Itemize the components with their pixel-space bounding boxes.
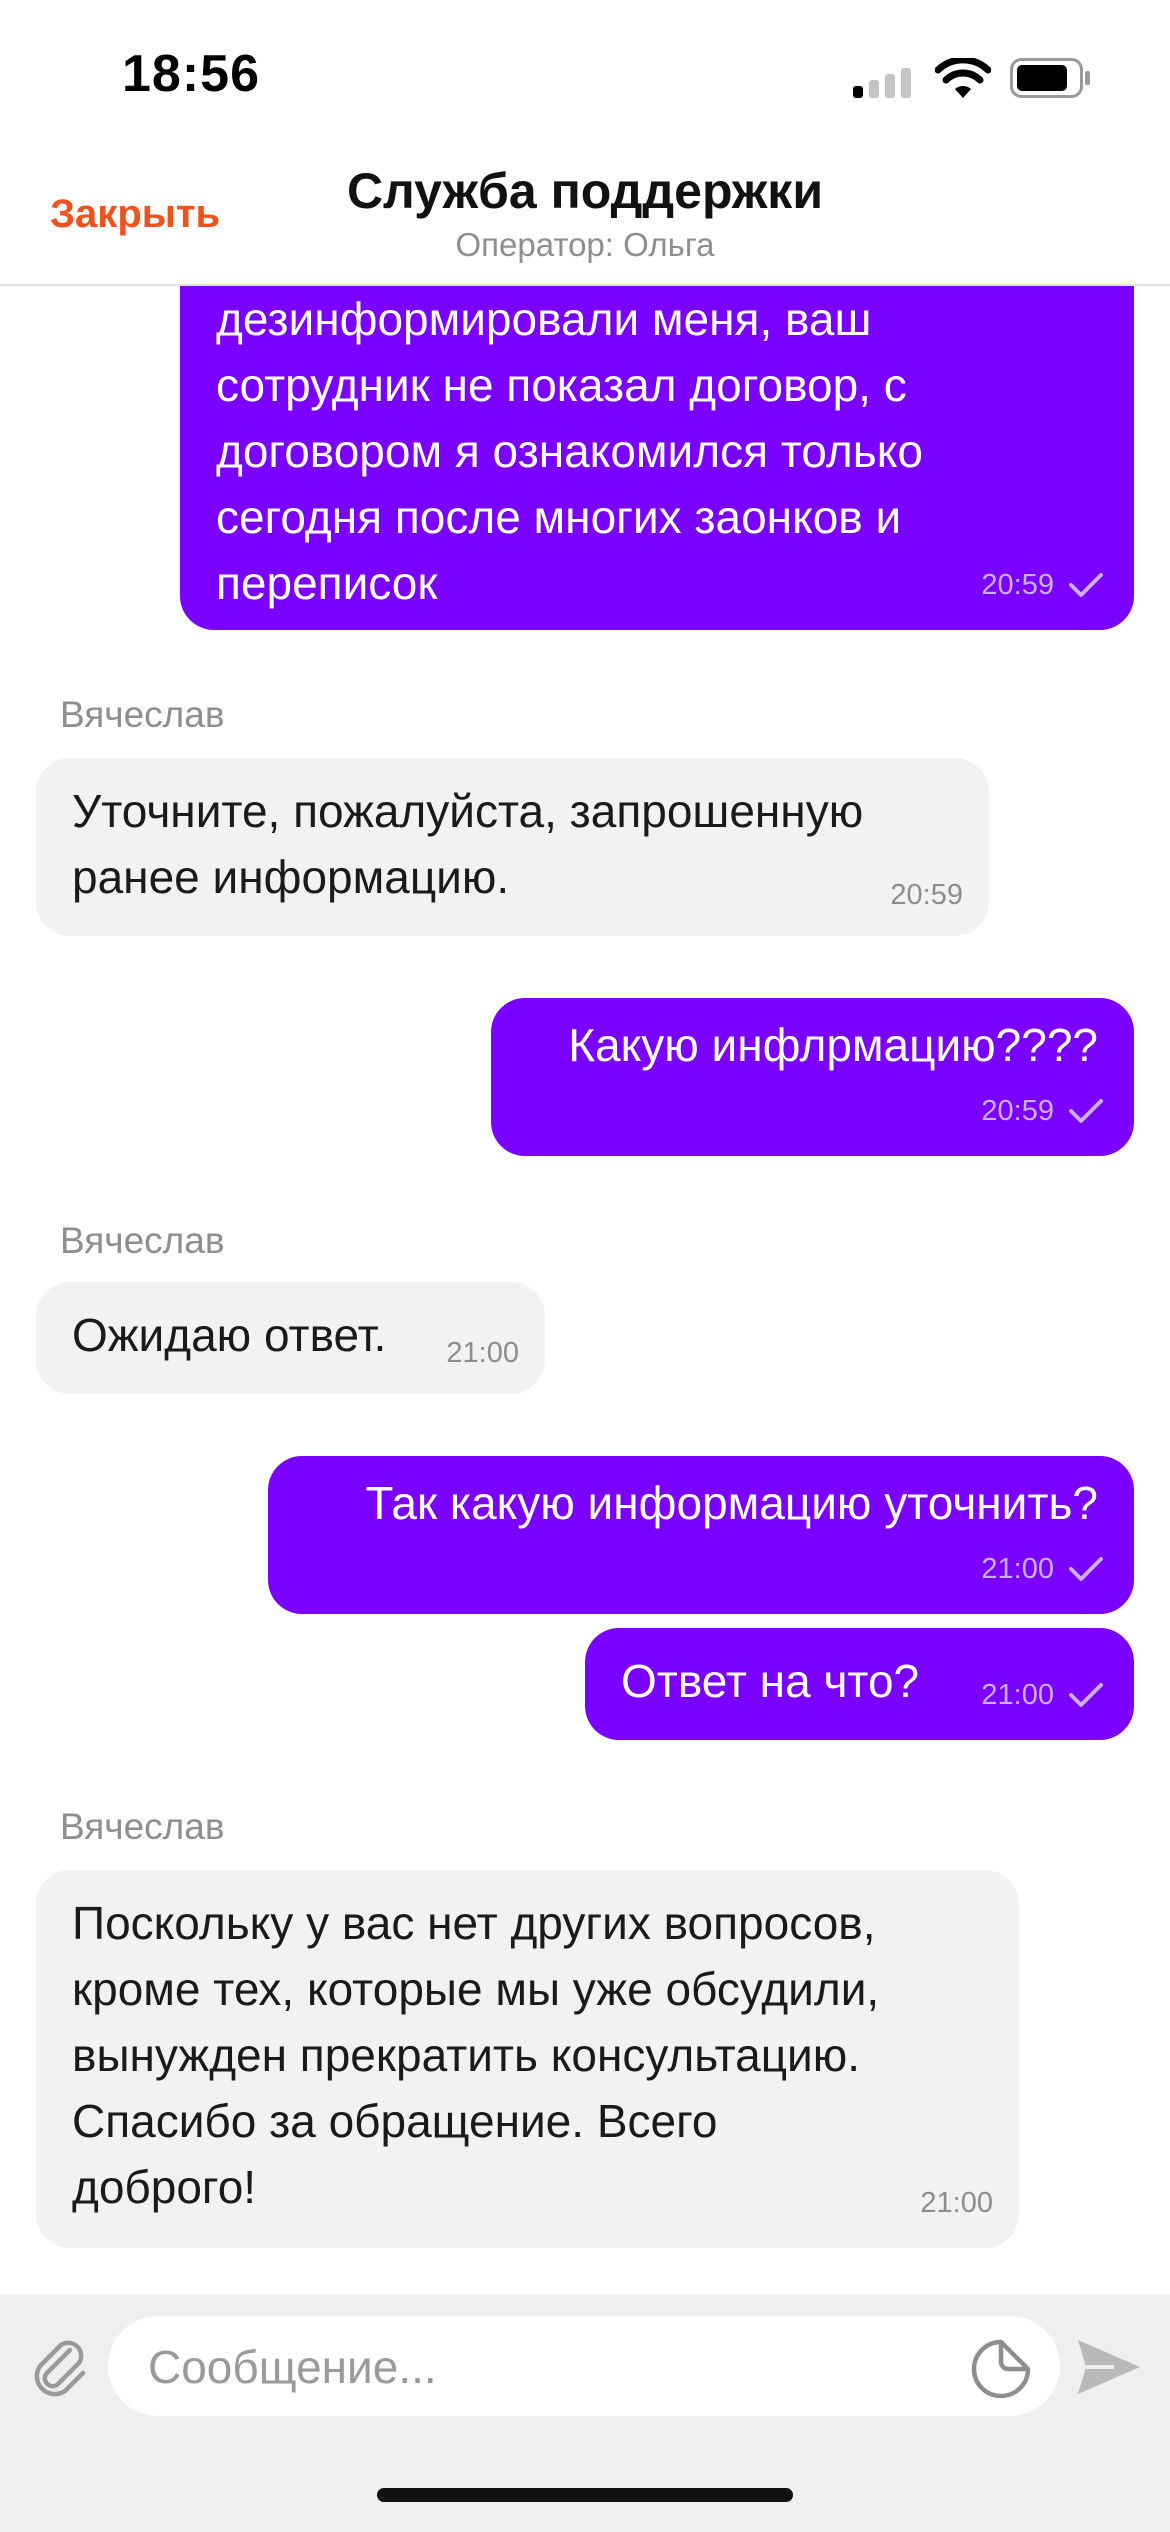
sender-name: Вячеслав: [60, 1220, 225, 1261]
message-text: Уточните, пожалуйста, запрошенную ранее …: [72, 785, 864, 903]
message-time: 20:59: [981, 569, 1054, 601]
message-time: 21:00: [446, 1337, 519, 1369]
wifi-icon: [935, 58, 991, 98]
message-text: Поскольку у вас нет других вопросов, кро…: [72, 1897, 880, 2213]
incoming-message[interactable]: Уточните, пожалуйста, запрошенную ранее …: [36, 758, 989, 936]
message-time: 21:00: [981, 1553, 1054, 1585]
status-time: 18:56: [122, 45, 260, 103]
outgoing-message[interactable]: Так какую информацию уточнить? 21:00: [268, 1456, 1134, 1614]
status-bar: 18:56: [0, 0, 1170, 150]
message-meta: 21:00: [446, 1338, 519, 1368]
checkmark-icon: [1069, 1683, 1103, 1707]
sender-name: Вячеслав: [60, 694, 225, 735]
message-meta: 21:00: [920, 2188, 993, 2218]
incoming-message[interactable]: Поскольку у вас нет других вопросов, кро…: [36, 1870, 1019, 2248]
message-time: 21:00: [981, 1679, 1054, 1711]
battery-icon: [1010, 58, 1090, 98]
message-meta: 21:00: [981, 1554, 1104, 1584]
operator-subtitle: Оператор: Ольга: [455, 226, 715, 263]
message-text: дезинформировали меня, ваш сотрудник не …: [216, 293, 923, 609]
message-input[interactable]: [146, 2316, 970, 2418]
message-text: Какую инфлрмацию????: [568, 1019, 1098, 1071]
cellular-signal-icon: [853, 68, 911, 98]
paperclip-icon[interactable]: [28, 2334, 94, 2400]
checkmark-icon: [1069, 573, 1103, 597]
message-field[interactable]: [108, 2316, 1060, 2418]
sticker-icon[interactable]: [968, 2336, 1034, 2402]
checkmark-icon: [1069, 1099, 1103, 1123]
message-time: 20:59: [890, 879, 963, 911]
message-meta: 20:59: [981, 570, 1104, 600]
chat-message-list[interactable]: дезинформировали меня, ваш сотрудник не …: [0, 286, 1170, 2294]
message-text: Ожидаю ответ.: [72, 1309, 387, 1361]
chat-header: Закрыть Служба поддержки Оператор: Ольга: [0, 150, 1170, 286]
incoming-message[interactable]: Ожидаю ответ. 21:00: [36, 1282, 545, 1394]
message-time: 20:59: [981, 1095, 1054, 1127]
checkmark-icon: [1069, 1557, 1103, 1581]
message-time: 21:00: [920, 2187, 993, 2219]
sender-name: Вячеслав: [60, 1806, 225, 1847]
outgoing-message[interactable]: дезинформировали меня, ваш сотрудник не …: [180, 286, 1134, 630]
message-meta: 20:59: [890, 880, 963, 910]
outgoing-message[interactable]: Какую инфлрмацию???? 20:59: [491, 998, 1134, 1156]
page-title: Служба поддержки: [346, 163, 824, 219]
message-meta: 21:00: [981, 1680, 1104, 1710]
outgoing-message[interactable]: Ответ на что? 21:00: [585, 1628, 1134, 1740]
home-indicator: [377, 2488, 793, 2502]
message-meta: 20:59: [981, 1096, 1104, 1126]
message-text: Ответ на что?: [621, 1655, 920, 1707]
send-icon[interactable]: [1074, 2334, 1144, 2400]
message-text: Так какую информацию уточнить?: [365, 1477, 1098, 1529]
